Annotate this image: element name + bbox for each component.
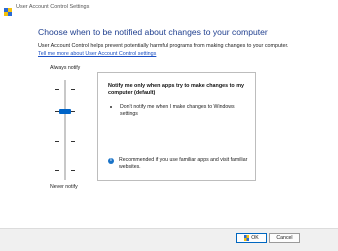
slider-track[interactable] bbox=[64, 80, 66, 180]
button-bar: OK Cancel bbox=[0, 228, 338, 251]
always-notify-label: Always notify bbox=[50, 65, 81, 71]
slider-tick bbox=[55, 89, 59, 91]
slider-tick bbox=[71, 170, 75, 172]
slider-tick bbox=[71, 111, 75, 113]
never-notify-label: Never notify bbox=[50, 184, 78, 190]
recommendation-text: Recommended if you use familiar apps and… bbox=[119, 157, 248, 170]
window-title: User Account Control Settings bbox=[16, 4, 90, 10]
level-bullet-text: Don't notify me when I make changes to W… bbox=[120, 104, 235, 117]
slider-tick bbox=[55, 170, 59, 172]
uac-shield-icon bbox=[4, 3, 12, 16]
uac-settings-window: User Account Control Settings Choose whe… bbox=[0, 0, 338, 251]
slider-tick bbox=[71, 89, 75, 91]
learn-more-link[interactable]: Tell me more about User Account Control … bbox=[38, 51, 156, 57]
level-title: Notify me only when apps try to make cha… bbox=[108, 83, 244, 96]
description-text: User Account Control helps prevent poten… bbox=[38, 43, 289, 49]
page-heading: Choose when to be notified about changes… bbox=[38, 27, 268, 37]
slider-thumb[interactable] bbox=[59, 109, 71, 114]
bullet-icon bbox=[110, 106, 113, 109]
slider-tick bbox=[71, 141, 75, 143]
level-description-panel: Notify me only when apps try to make cha… bbox=[97, 72, 256, 181]
ok-button[interactable]: OK bbox=[236, 233, 267, 243]
cancel-button[interactable]: Cancel bbox=[269, 233, 300, 243]
slider-tick bbox=[55, 141, 59, 143]
cancel-label: Cancel bbox=[276, 235, 293, 241]
admin-shield-icon bbox=[244, 235, 250, 241]
title-bar: User Account Control Settings bbox=[0, 0, 338, 16]
info-icon bbox=[108, 158, 114, 164]
ok-label: OK bbox=[251, 235, 259, 241]
